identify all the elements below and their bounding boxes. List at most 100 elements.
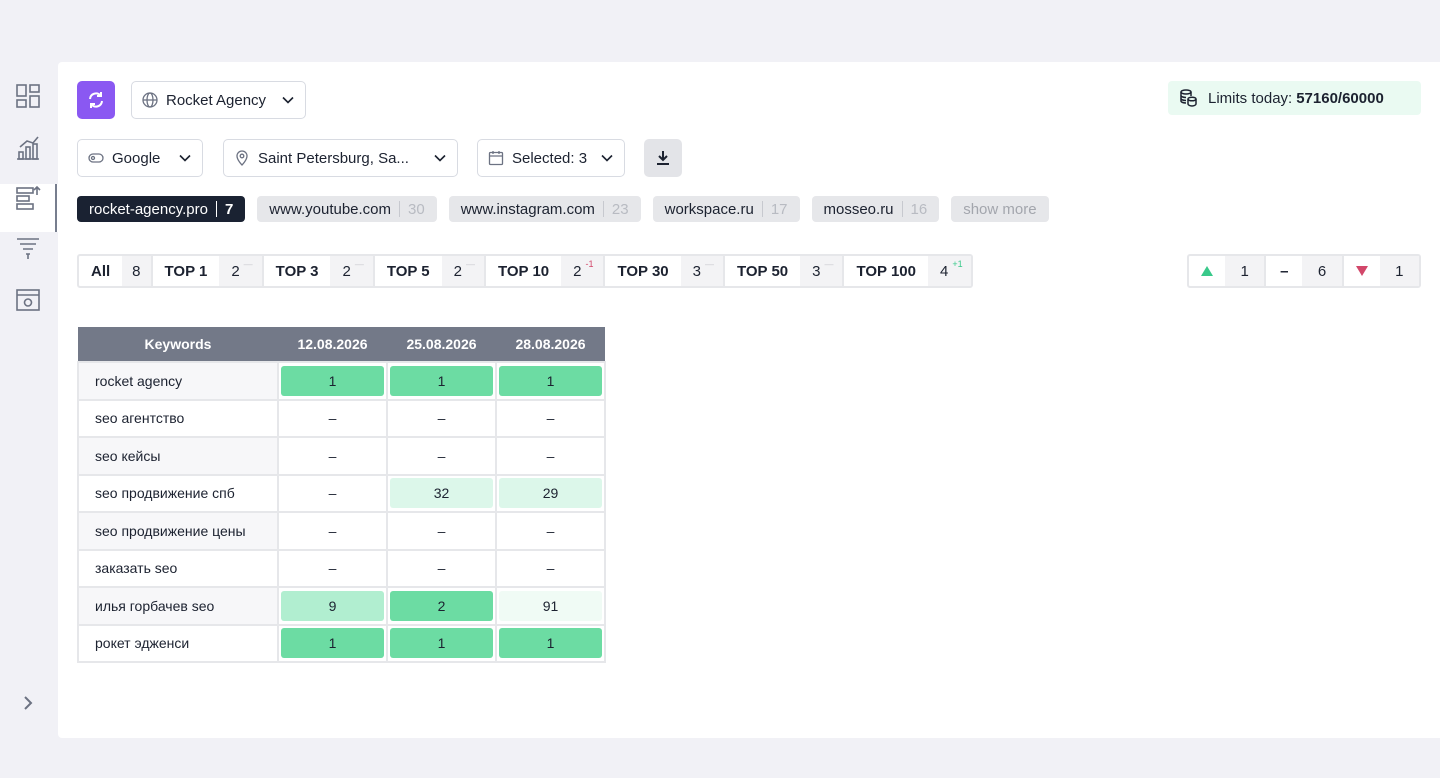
arrow-down-icon	[1355, 266, 1368, 276]
engine-icon	[88, 153, 104, 163]
position-value: 9	[281, 590, 384, 621]
domain-name: rocket-agency.pro	[89, 200, 208, 218]
report-list-icon[interactable]	[14, 184, 42, 212]
keyword-cell: илья горбачев seo	[77, 586, 279, 626]
trend-down-count: 1	[1379, 256, 1419, 286]
sidebar	[0, 62, 58, 738]
position-value: –	[546, 447, 555, 464]
position-cell: 1	[495, 361, 606, 401]
top-filter-all[interactable]: All 8	[79, 256, 153, 286]
dates-select[interactable]: Selected: 3	[477, 139, 625, 177]
column-header[interactable]: 28.08.2026	[496, 327, 605, 362]
domain-chip[interactable]: workspace.ru 17	[652, 196, 800, 222]
position-cell: 29	[495, 473, 606, 513]
position-value: 1	[499, 628, 602, 659]
table-row: rocket agency 1 1 1	[77, 361, 606, 401]
position-cell: –	[277, 548, 388, 588]
refresh-icon	[89, 92, 103, 108]
trend-same[interactable]: – 6	[1266, 256, 1344, 286]
calendar-icon	[488, 151, 504, 166]
top-filter-top50[interactable]: TOP 50 3—	[725, 256, 845, 286]
position-value: 91	[499, 590, 602, 621]
table-row: seo кейсы – – –	[77, 436, 606, 476]
dates-value: Selected: 3	[512, 149, 588, 167]
column-header[interactable]: Keywords	[78, 327, 278, 362]
top-count: 2	[453, 262, 462, 280]
keyword-cell: seo кейсы	[77, 436, 279, 476]
top-count: 3	[812, 262, 821, 280]
dash-icon: –	[1280, 262, 1289, 280]
trend-summary: 1 – 6 1	[1187, 254, 1421, 288]
domain-name: www.instagram.com	[460, 200, 595, 218]
top-count: 4	[939, 262, 949, 280]
main-panel: Rocket Agency Limits today: 57160/60000 …	[58, 62, 1440, 738]
project-name: Rocket Agency	[166, 91, 267, 109]
top-delta: -1	[585, 259, 594, 269]
domain-chip[interactable]: mosseo.ru 16	[811, 196, 940, 222]
position-cell: 1	[495, 623, 606, 663]
funnel-icon[interactable]	[14, 234, 42, 262]
location-pin-icon	[236, 150, 248, 166]
position-cell: –	[495, 436, 606, 476]
position-value: 1	[281, 628, 384, 659]
position-value: –	[546, 560, 555, 577]
dashboard-icon[interactable]	[14, 82, 42, 110]
position-value: 1	[390, 365, 493, 396]
domain-name: workspace.ru	[664, 200, 754, 218]
settings-folder-icon[interactable]	[14, 286, 42, 314]
keyword-cell: рокет эдженси	[77, 623, 279, 663]
expand-sidebar-icon[interactable]	[14, 689, 42, 717]
trend-up-count: 1	[1225, 256, 1265, 286]
positions-chart-icon[interactable]	[14, 134, 42, 162]
position-cell: –	[277, 511, 388, 551]
top-count: 3	[692, 262, 701, 280]
position-value: –	[328, 447, 337, 464]
keyword-cell: заказать seo	[77, 548, 279, 588]
position-cell: –	[386, 511, 497, 551]
top-filter-top5[interactable]: TOP 5 2—	[375, 256, 486, 286]
show-more-button[interactable]: show more	[951, 196, 1049, 222]
domain-count: 7	[224, 200, 234, 218]
top-filter-top3[interactable]: TOP 3 2—	[264, 256, 375, 286]
keyword-cell: seo продвижение цены	[77, 511, 279, 551]
position-value: 32	[390, 478, 493, 509]
domain-name: mosseo.ru	[823, 200, 894, 218]
keyword-cell: seo агентство	[77, 398, 279, 438]
domain-count: 17	[770, 200, 788, 218]
project-select[interactable]: Rocket Agency	[131, 81, 306, 119]
domain-chip[interactable]: www.instagram.com 23	[448, 196, 641, 222]
table-row: seo продвижение цены – – –	[77, 511, 606, 551]
position-cell: –	[277, 473, 388, 513]
trend-up[interactable]: 1	[1189, 256, 1267, 286]
search-engine-select[interactable]: Google	[77, 139, 203, 177]
position-value: –	[328, 522, 337, 539]
top-filter-top100[interactable]: TOP 100 4 +1	[844, 256, 971, 286]
position-cell: –	[386, 548, 497, 588]
top-delta: —	[354, 259, 364, 269]
limits-value: 57160/60000	[1296, 89, 1384, 107]
position-value: 2	[390, 590, 493, 621]
top-filter-top10[interactable]: TOP 10 2 -1	[486, 256, 606, 286]
location-select[interactable]: Saint Petersburg, Sa...	[223, 139, 458, 177]
top-filter-top30[interactable]: TOP 30 3—	[605, 256, 725, 286]
column-header[interactable]: 12.08.2026	[278, 327, 387, 362]
position-cell: –	[277, 398, 388, 438]
position-value: –	[437, 522, 446, 539]
refresh-button[interactable]	[77, 81, 115, 119]
top-delta: —	[465, 259, 475, 269]
domain-count: 23	[611, 200, 629, 218]
chevron-down-icon	[601, 154, 613, 162]
position-cell: –	[386, 398, 497, 438]
chevron-down-icon	[434, 154, 446, 162]
top-label: TOP 1	[164, 262, 208, 280]
domain-chip[interactable]: www.youtube.com 30	[257, 196, 437, 222]
position-value: –	[328, 485, 337, 502]
position-cell: –	[495, 548, 606, 588]
position-value: –	[437, 447, 446, 464]
domain-chip[interactable]: rocket-agency.pro 7	[77, 196, 246, 222]
column-header[interactable]: 25.08.2026	[387, 327, 496, 362]
top-filter-top1[interactable]: TOP 1 2—	[153, 256, 264, 286]
trend-down[interactable]: 1	[1344, 256, 1419, 286]
download-button[interactable]	[644, 139, 682, 177]
keyword-cell: seo продвижение спб	[77, 473, 279, 513]
